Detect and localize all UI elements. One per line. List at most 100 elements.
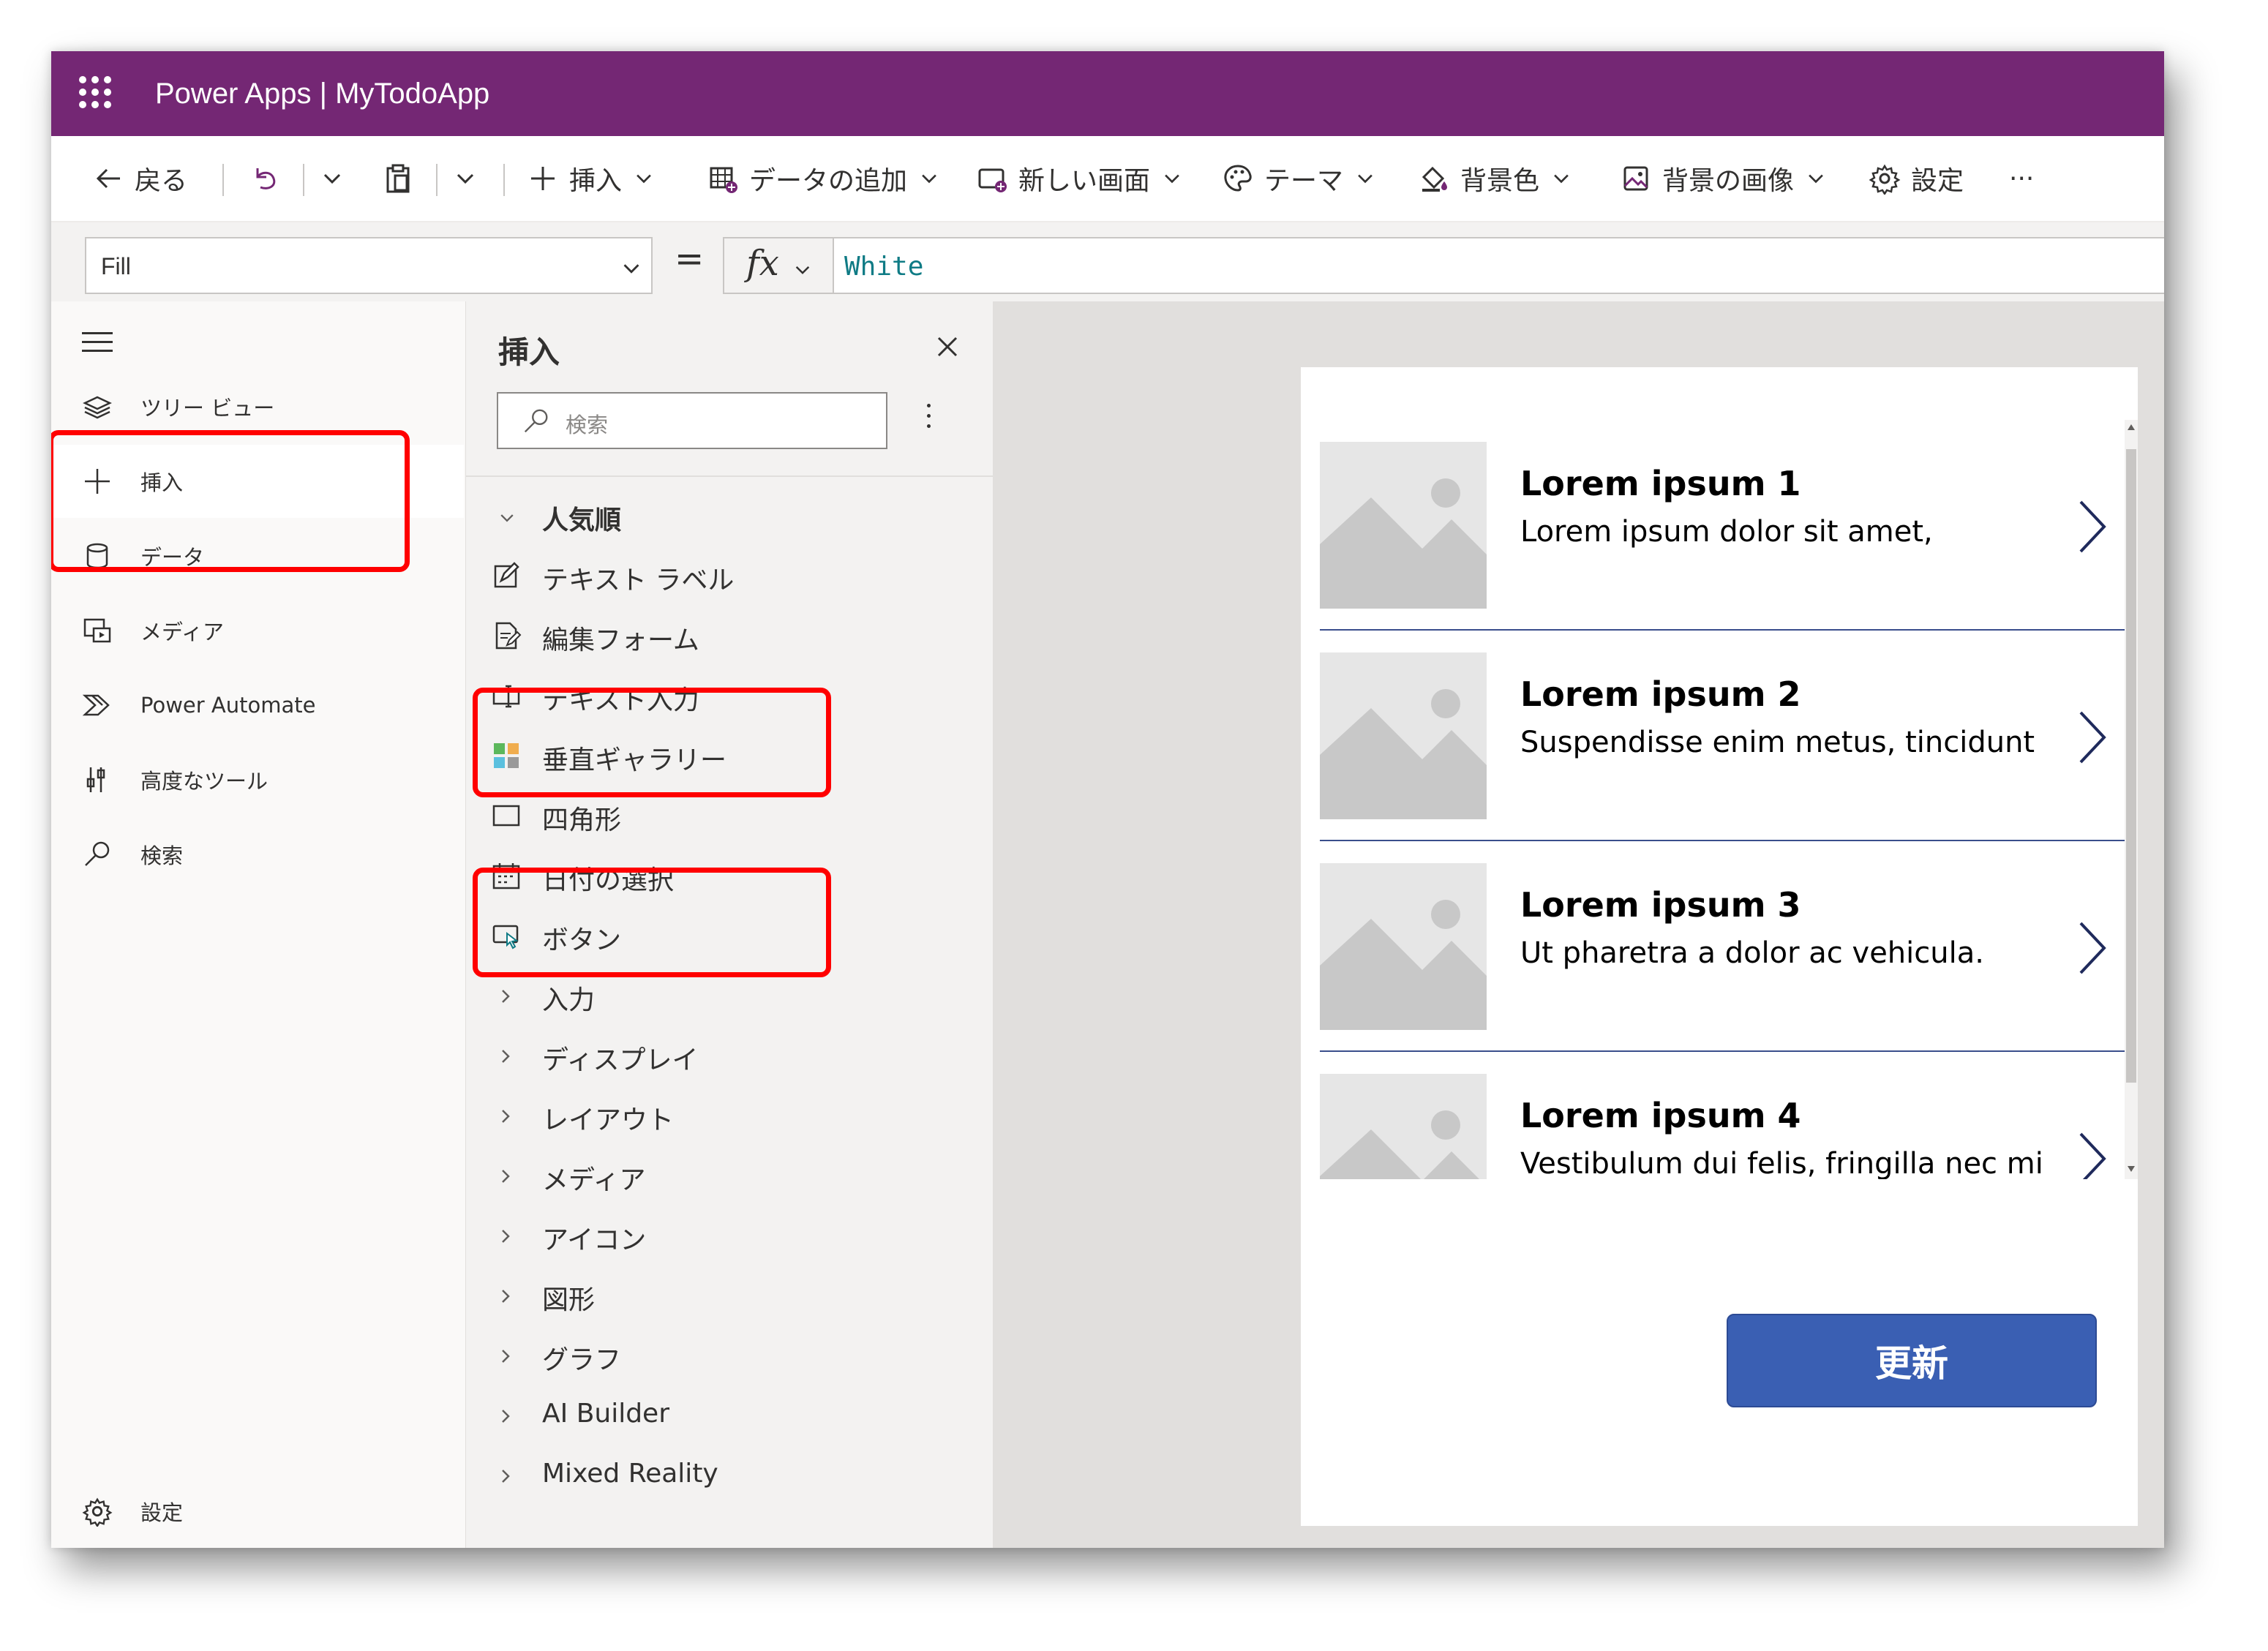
more-icon: ··· [2009,163,2035,194]
add-data-label: データの追加 [749,166,908,196]
scrollbar-thumb[interactable] [2126,449,2136,1083]
settings-button[interactable]: 設定 [1869,158,1964,199]
chevron-right-icon[interactable] [2076,1131,2109,1179]
new-screen-button[interactable]: 新しい画面 [976,158,1184,199]
separator [222,164,224,196]
undo-icon [256,168,276,189]
gallery-scrollbar[interactable] [2125,420,2138,1179]
category-label: Mixed Reality [542,1459,718,1489]
category-media[interactable]: メディア [466,1146,993,1206]
background-image-label: 背景の画像 [1662,166,1795,196]
rail-item-power-automate[interactable]: Power Automate [51,669,464,742]
fx-button[interactable]: fx [723,237,833,294]
rail-item-label: メディア [140,620,224,644]
command-bar: 戻る 挿入 データの追加 新しい画面 テーマ 背景色 背景の画像 設定 ··· [51,136,2164,222]
property-dropdown[interactable]: Fill [85,237,653,294]
popular-group-header[interactable]: 人気順 [466,486,993,546]
scroll-down-arrow[interactable] [2128,1166,2135,1172]
gallery-item-title: Lorem ipsum 3 [1520,885,1801,925]
divider [466,475,993,477]
paste-button[interactable] [382,158,414,199]
gallery-item-subtitle: Vestibulum dui felis, fringilla nec mi [1520,1147,2043,1179]
background-image-button[interactable]: 背景の画像 [1620,158,1828,199]
rail-item-media[interactable]: メディア [51,594,464,667]
gallery-item-subtitle: Lorem ipsum dolor sit amet, [1520,515,1933,549]
hamburger-menu-icon[interactable] [82,332,113,358]
category-charts[interactable]: グラフ [466,1325,993,1385]
insert-menu-button[interactable]: 挿入 [527,158,656,199]
category-ai-builder[interactable]: AI Builder [466,1385,993,1445]
gallery-item-title: Lorem ipsum 1 [1520,464,1801,503]
gallery-item[interactable]: Lorem ipsum 3 Ut pharetra a dolor ac veh… [1320,841,2125,1052]
background-color-button[interactable]: 背景色 [1418,158,1573,199]
category-label: 入力 [542,985,596,1015]
search-icon [85,841,110,866]
scroll-up-arrow[interactable] [2128,424,2135,430]
rail-item-advanced-tools[interactable]: 高度なツール [51,743,464,816]
undo-button[interactable] [249,158,281,199]
rail-item-label: ツリー ビュー [140,396,275,421]
chevron-right-icon [502,1170,510,1183]
refresh-button[interactable]: 更新 [1727,1314,2097,1407]
rail-item-label: 設定 [140,1500,184,1525]
add-data-button[interactable]: データの追加 [707,158,941,199]
paste-dropdown[interactable] [452,158,478,199]
property-value: Fill [101,253,131,279]
chevron-down-icon [922,174,936,184]
vertical-gallery[interactable]: Lorem ipsum 1 Lorem ipsum dolor sit amet… [1320,420,2138,1179]
category-mixed-reality[interactable]: Mixed Reality [466,1445,993,1505]
power-apps-studio-window: Power Apps | MyTodoApp 戻る 挿入 データの追加 新しい画… [51,51,2164,1548]
formula-input[interactable]: White [833,237,2164,294]
chevron-down-icon [457,173,474,184]
image-placeholder [1320,652,1487,819]
gear-icon [82,1497,113,1527]
insert-item-text-label[interactable]: テキスト ラベル [466,546,993,606]
chevron-right-icon [502,1470,510,1483]
form-icon [495,622,522,650]
gallery-item-title: Lorem ipsum 2 [1520,674,1801,714]
gallery-item[interactable]: Lorem ipsum 4 Vestibulum dui felis, frin… [1320,1052,2125,1179]
close-icon[interactable] [933,332,962,361]
app-screen[interactable]: Lorem ipsum 1 Lorem ipsum dolor sit amet… [1301,367,2138,1526]
category-layout[interactable]: レイアウト [466,1086,993,1146]
rail-item-settings[interactable]: 設定 [51,1475,464,1548]
app-launcher-icon[interactable] [79,76,111,108]
chevron-right-icon[interactable] [2076,710,2109,765]
more-button[interactable]: ··· [2009,158,2034,199]
gallery-item[interactable]: Lorem ipsum 2 Suspendisse enim metus, ti… [1320,631,2125,841]
tools-icon [86,767,105,792]
search-placeholder: 検索 [566,413,609,437]
edit-icon [494,562,519,588]
chevron-right-icon[interactable] [2076,920,2109,976]
chevron-down-icon [1554,174,1569,184]
more-options-icon[interactable] [927,404,931,435]
category-icons[interactable]: アイコン [466,1206,993,1265]
image-icon [1623,166,1648,191]
back-arrow-icon [96,168,120,189]
new-screen-label: 新しい画面 [1018,166,1151,196]
pane-title: 挿入 [498,334,560,370]
insert-item-edit-form[interactable]: 編集フォーム [466,606,993,666]
search-input[interactable]: 検索 [497,392,887,449]
function-icon: fx [746,243,779,284]
category-display[interactable]: ディスプレイ [466,1026,993,1086]
category-shapes[interactable]: 図形 [466,1265,993,1325]
undo-dropdown[interactable] [319,158,345,199]
formula-text: White [844,252,924,282]
back-button[interactable]: 戻る [92,158,187,199]
gallery-item[interactable]: Lorem ipsum 1 Lorem ipsum dolor sit amet… [1320,420,2125,631]
theme-button[interactable]: テーマ [1222,158,1377,199]
image-placeholder [1320,1074,1487,1179]
chevron-down-icon [1165,174,1179,184]
chevron-right-icon[interactable] [2076,499,2109,554]
separator [503,164,505,196]
settings-label: 設定 [1911,166,1964,196]
highlight-box [473,868,831,977]
image-placeholder [1320,442,1487,609]
separator [436,164,438,196]
chevron-right-icon [502,1050,510,1063]
highlight-box [51,430,410,572]
rail-item-search[interactable]: 検索 [51,818,464,891]
insert-item-label: 編集フォーム [542,625,699,655]
layers-icon [83,396,112,419]
